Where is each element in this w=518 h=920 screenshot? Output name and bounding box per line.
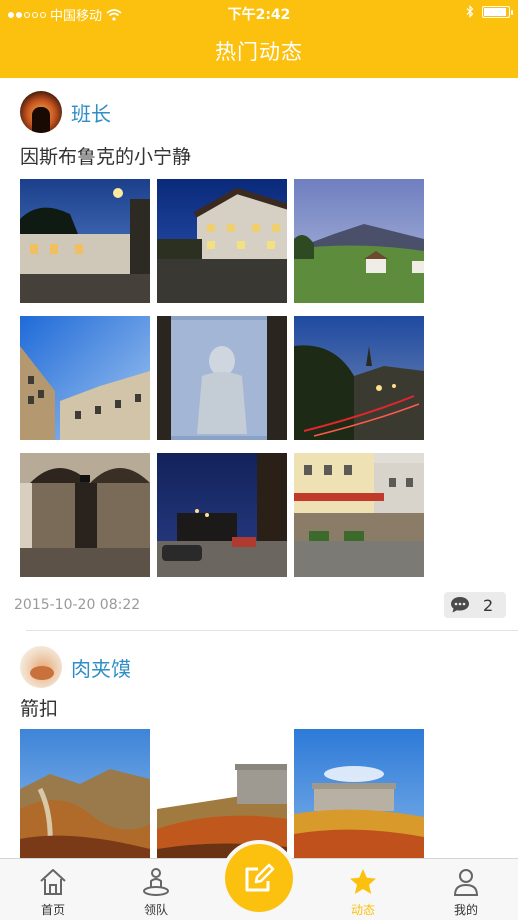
comment-count: 2: [483, 595, 494, 615]
post-author[interactable]: 班长: [20, 91, 111, 133]
compose-button[interactable]: [225, 844, 293, 912]
bluetooth-icon: [466, 5, 474, 18]
tab-leader[interactable]: 领队: [121, 867, 191, 918]
author-name[interactable]: 班长: [71, 98, 111, 127]
tab-mine[interactable]: 我的: [431, 867, 501, 918]
post-photo[interactable]: [20, 316, 150, 440]
tab-label: 首页: [40, 903, 65, 917]
post-photo[interactable]: [20, 453, 150, 577]
comment-button[interactable]: 2: [444, 592, 506, 618]
post-photo[interactable]: [157, 453, 287, 577]
post-photo[interactable]: [20, 179, 150, 303]
post-photo[interactable]: [294, 453, 424, 577]
post-photo[interactable]: [157, 729, 287, 858]
post-photo[interactable]: [294, 316, 424, 440]
status-time: 下午2:42: [227, 7, 291, 23]
tab-label: 动态: [350, 903, 375, 917]
feed-list[interactable]: 班长 因斯布鲁克的小宁静 2015-10-20 08:22 2 肉夹馍 箭扣: [0, 78, 518, 858]
avatar[interactable]: [20, 91, 62, 133]
post-photo[interactable]: [157, 316, 287, 440]
battery-icon: [482, 5, 513, 18]
post-timestamp: 2015-10-20 08:22: [14, 597, 141, 613]
home-icon: [40, 869, 66, 895]
post-text: 箭扣: [20, 698, 59, 720]
profile-icon: [453, 869, 479, 896]
avatar[interactable]: [20, 646, 62, 688]
post-photo[interactable]: [157, 179, 287, 303]
leader-icon: [143, 868, 169, 896]
post-photo[interactable]: [294, 179, 424, 303]
compose-icon: [245, 863, 275, 892]
tab-label: 我的: [453, 903, 478, 917]
post-photo[interactable]: [20, 729, 150, 858]
post-author[interactable]: 肉夹馍: [20, 646, 131, 688]
status-bar: 中国移动 下午2:42: [0, 0, 518, 26]
comment-bubble-icon: [451, 597, 469, 613]
post-photo[interactable]: [294, 729, 424, 858]
tab-feed[interactable]: 动态: [328, 867, 398, 918]
star-icon: [350, 869, 376, 894]
tab-label: 领队: [143, 903, 168, 917]
post-divider: [26, 630, 518, 631]
page-title: 热门动态: [215, 40, 303, 64]
author-name[interactable]: 肉夹馍: [71, 653, 131, 682]
page-header: 热门动态: [0, 26, 518, 78]
post-text: 因斯布鲁克的小宁静: [20, 146, 192, 168]
tab-home[interactable]: 首页: [18, 867, 88, 918]
